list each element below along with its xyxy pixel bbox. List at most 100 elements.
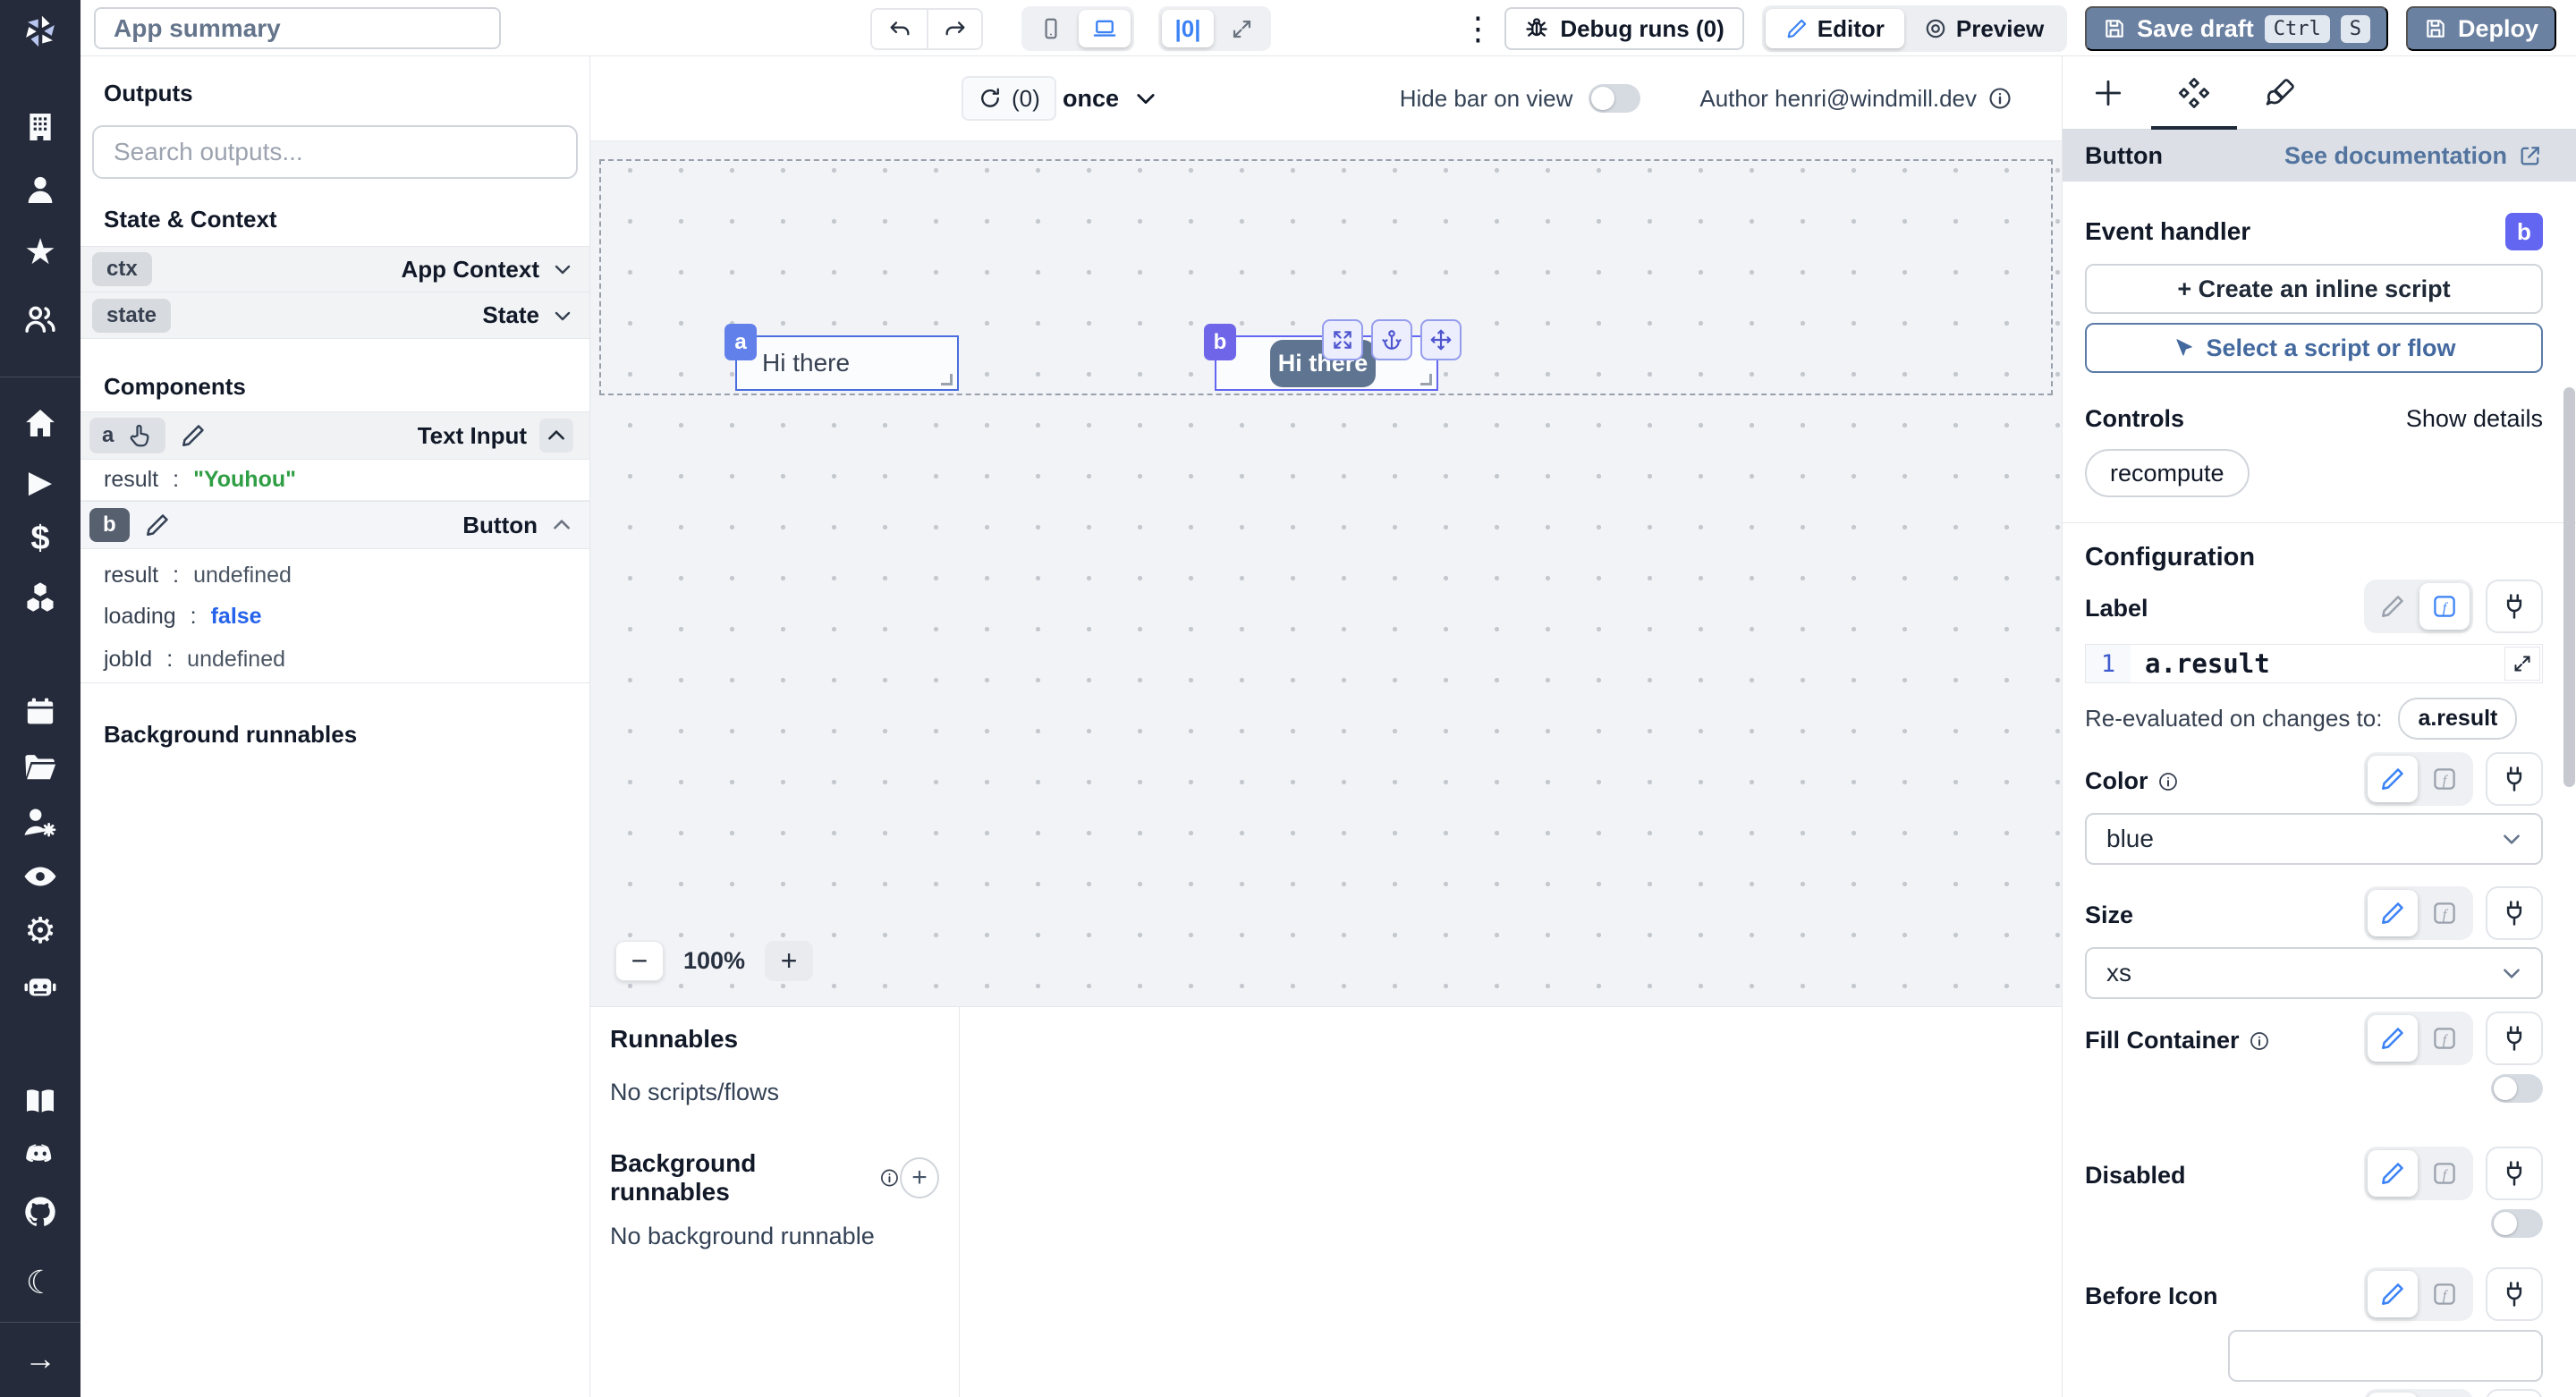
eval-mode-icon[interactable] xyxy=(2419,890,2470,936)
canvas-component-a[interactable]: a Hi there xyxy=(724,324,959,391)
connect-output-button[interactable] xyxy=(2486,1012,2543,1065)
label-expression-editor[interactable]: 1 a.result xyxy=(2085,644,2543,683)
see-documentation-link[interactable]: See documentation xyxy=(2284,142,2543,170)
zoom-in-button[interactable]: + xyxy=(765,941,814,981)
eval-mode-icon[interactable] xyxy=(2419,756,2470,802)
move-component-icon[interactable] xyxy=(1420,319,1462,360)
app-summary-input[interactable] xyxy=(94,7,501,49)
static-mode-icon[interactable] xyxy=(2368,1271,2418,1317)
scrollbar-thumb[interactable] xyxy=(2563,387,2575,787)
sidebar-item-discord[interactable] xyxy=(20,1135,61,1176)
eval-mode-icon[interactable] xyxy=(2419,1015,2470,1062)
dark-mode-toggle-icon[interactable]: ☾ xyxy=(20,1262,61,1303)
refresh-button[interactable]: (0) xyxy=(962,76,1056,121)
eval-mode-icon[interactable] xyxy=(2419,1271,2470,1317)
sidebar-item-workspace[interactable] xyxy=(20,106,61,148)
chevron-down-icon[interactable] xyxy=(1133,86,1158,111)
static-mode-icon[interactable] xyxy=(2368,756,2418,802)
sidebar-item-favorites[interactable]: ★ xyxy=(20,232,61,273)
undo-button[interactable] xyxy=(872,10,927,48)
refresh-mode-label[interactable]: once xyxy=(1063,85,1119,113)
sidebar-item-user[interactable] xyxy=(20,169,61,210)
info-icon[interactable] xyxy=(879,1167,900,1189)
resize-handle[interactable] xyxy=(941,374,953,385)
sidebar-item-folders[interactable] xyxy=(20,748,61,789)
sidebar-item-resources[interactable] xyxy=(20,577,61,618)
canvas-component-b[interactable]: b Hi there xyxy=(1204,319,1462,391)
select-script-or-flow-button[interactable]: Select a script or flow xyxy=(2085,323,2543,373)
resize-handle[interactable] xyxy=(1420,374,1432,385)
create-inline-script-button[interactable]: + Create an inline script xyxy=(2085,264,2543,314)
eval-mode-icon[interactable] xyxy=(2419,1393,2470,1397)
sidebar-item-groups[interactable] xyxy=(20,299,61,340)
sidebar-item-settings[interactable]: ⚙ xyxy=(20,910,61,952)
hand-pointer-icon[interactable] xyxy=(126,422,153,449)
show-details-link[interactable]: Show details xyxy=(2406,405,2543,433)
preview-tab[interactable]: Preview xyxy=(1904,9,2063,48)
static-mode-icon[interactable] xyxy=(2368,583,2418,630)
static-mode-icon[interactable] xyxy=(2368,1393,2418,1397)
center-layout-button[interactable]: |0| xyxy=(1162,10,1214,47)
recompute-button[interactable]: recompute xyxy=(2085,449,2250,497)
debug-runs-button[interactable]: Debug runs (0) xyxy=(1504,7,1744,50)
sidebar-item-github[interactable] xyxy=(20,1191,61,1232)
sidebar-item-home[interactable] xyxy=(20,402,61,444)
app-canvas[interactable]: a Hi there b Hi there − 100% + xyxy=(590,141,2062,1006)
eval-mode-icon[interactable] xyxy=(2419,583,2470,630)
desktop-view-button[interactable] xyxy=(1079,10,1131,47)
windmill-logo-icon[interactable] xyxy=(20,11,61,52)
connect-output-button[interactable] xyxy=(2486,752,2543,806)
size-select[interactable]: xs xyxy=(2085,947,2543,999)
component-b-row[interactable]: b Button xyxy=(80,501,589,549)
add-background-runnable-button[interactable]: + xyxy=(899,1157,939,1198)
text-input-component[interactable]: Hi there xyxy=(737,337,957,389)
tab-styling[interactable] xyxy=(2237,56,2323,129)
fill-container-toggle[interactable] xyxy=(2491,1074,2543,1103)
disabled-toggle[interactable] xyxy=(2491,1209,2543,1238)
anchor-component-icon[interactable] xyxy=(1371,319,1412,360)
edit-id-icon[interactable] xyxy=(180,422,207,449)
label-expression-code[interactable]: a.result xyxy=(2131,645,2270,682)
sidebar-collapse-icon[interactable]: → xyxy=(20,1338,61,1379)
static-mode-icon[interactable] xyxy=(2368,1150,2418,1197)
editor-tab[interactable]: Editor xyxy=(1765,9,1904,48)
sidebar-item-workers[interactable] xyxy=(20,801,61,842)
expand-component-icon[interactable] xyxy=(1322,319,1363,360)
chevron-down-icon[interactable] xyxy=(552,305,573,326)
chevron-down-icon[interactable] xyxy=(552,258,573,280)
reeval-dependency-pill[interactable]: a.result xyxy=(2398,698,2518,740)
expand-editor-icon[interactable] xyxy=(2504,647,2540,681)
connect-output-button[interactable] xyxy=(2486,1389,2543,1397)
mobile-view-button[interactable] xyxy=(1025,10,1077,47)
edit-id-icon[interactable] xyxy=(144,512,171,538)
color-select[interactable]: blue xyxy=(2085,813,2543,865)
tab-component-settings[interactable] xyxy=(2151,56,2237,129)
state-row[interactable]: state State xyxy=(80,292,589,339)
sidebar-item-schedules[interactable] xyxy=(20,691,61,732)
static-mode-icon[interactable] xyxy=(2368,1015,2418,1062)
sidebar-item-audit-logs[interactable] xyxy=(20,856,61,897)
sidebar-item-docs[interactable] xyxy=(20,1081,61,1122)
component-a-row[interactable]: a Text Input xyxy=(80,411,589,460)
tab-insert-component[interactable] xyxy=(2065,56,2151,129)
collapse-icon[interactable] xyxy=(550,513,573,537)
connect-output-button[interactable] xyxy=(2486,580,2543,633)
hide-bar-toggle[interactable] xyxy=(1589,84,1641,113)
info-icon[interactable] xyxy=(2249,1030,2270,1052)
search-outputs-input[interactable] xyxy=(92,125,578,179)
fullwidth-layout-button[interactable] xyxy=(1216,10,1267,47)
save-draft-button[interactable]: Save draft Ctrl S xyxy=(2085,6,2388,51)
sidebar-item-variables[interactable]: $ xyxy=(20,518,61,559)
static-mode-icon[interactable] xyxy=(2368,890,2418,936)
zoom-out-button[interactable]: − xyxy=(615,941,664,981)
redo-button[interactable] xyxy=(927,10,981,48)
sidebar-item-ai[interactable] xyxy=(20,966,61,1007)
connect-output-button[interactable] xyxy=(2486,1147,2543,1200)
sidebar-item-runs[interactable]: ▶ xyxy=(20,461,61,503)
eval-mode-icon[interactable] xyxy=(2419,1150,2470,1197)
connect-output-button[interactable] xyxy=(2486,1267,2543,1321)
info-icon[interactable] xyxy=(1987,86,2012,111)
connect-output-button[interactable] xyxy=(2486,886,2543,940)
deploy-button[interactable]: Deploy xyxy=(2405,6,2556,51)
before-icon-input[interactable] xyxy=(2228,1330,2543,1382)
